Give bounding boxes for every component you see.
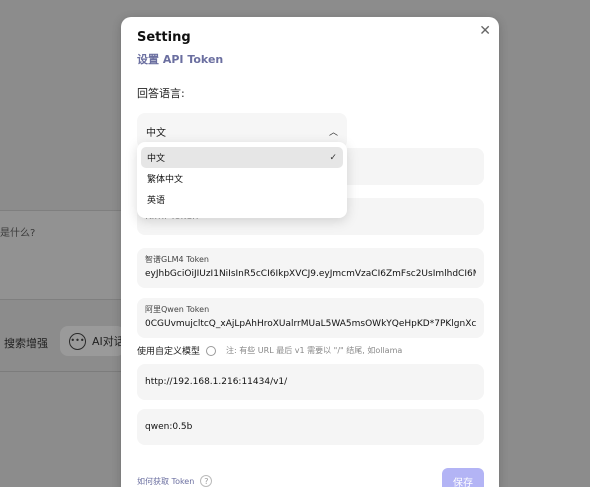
save-button[interactable]: 保存 [442, 468, 484, 487]
qwen-token-label: 阿里Qwen Token [145, 305, 210, 314]
language-option-english[interactable]: 英语 [141, 189, 343, 210]
glm-token-label: 智谱GLM4 Token [145, 255, 209, 264]
background-divider [0, 371, 125, 372]
help-link[interactable]: 如何获取 Token ? [137, 475, 213, 487]
custom-model-label: 使用自定义模型 [137, 347, 201, 357]
qwen-token-value: 0CGUvmujcltcQ_xAjLpAhHroXUalrrMUaL5WA5ms… [145, 319, 476, 329]
chevron-up-icon: ︿ [328, 127, 338, 138]
check-icon: ✓ [329, 152, 337, 163]
language-option-chinese[interactable]: 中文 ✓ [141, 147, 343, 168]
custom-url-field[interactable]: http://192.168.1.216:11434/v1/ [137, 364, 484, 400]
custom-model-name-field[interactable]: qwen:0.5b [137, 409, 484, 445]
language-option-traditional-chinese[interactable]: 繁体中文 [141, 168, 343, 189]
chat-bubble-icon: ••• [69, 332, 86, 350]
language-option-label: 中文 [147, 154, 166, 164]
help-link-label: 如何获取 Token [137, 476, 195, 486]
glm-token-value: eyJhbGciOiJIUzI1NiIsInR5cCI6IkpXVCJ9.eyJ… [145, 269, 476, 279]
modal-footer: 如何获取 Token ? 保存 [137, 468, 484, 487]
background-search-tab: 搜索增强 [4, 337, 48, 350]
glm-token-field[interactable]: 智谱GLM4 Token eyJhbGciOiJIUzI1NiIsInR5cCI… [137, 248, 484, 288]
modal-subtitle: 设置 API Token [137, 53, 224, 66]
language-select-value: 中文 [146, 127, 166, 139]
language-label: 回答语言: [137, 87, 185, 100]
background-question-text: 是什么? [0, 228, 36, 239]
language-dropdown: 中文 ✓ 繁体中文 英语 [137, 142, 347, 218]
language-option-label: 繁体中文 [147, 175, 184, 185]
settings-modal: ✕ Setting 设置 API Token 回答语言: 中文 ︿ Kimi T… [121, 17, 499, 487]
modal-title: Setting [137, 30, 191, 45]
question-icon: ? [200, 475, 213, 487]
custom-model-checkbox[interactable] [206, 345, 217, 356]
close-icon[interactable]: ✕ [479, 24, 491, 38]
background-ai-chat-label: AI对话 [92, 335, 125, 348]
qwen-token-field[interactable]: 阿里Qwen Token 0CGUvmujcltcQ_xAjLpAhHroXUa… [137, 298, 484, 338]
custom-model-hint: 注: 有些 URL 最后 v1 需要以 "/" 结尾, 如ollama [226, 346, 403, 355]
language-option-label: 英语 [147, 196, 166, 206]
background-ai-chat-tab: ••• AI对话 [60, 326, 125, 356]
custom-model-name-value: qwen:0.5b [145, 422, 193, 432]
custom-model-row: 使用自定义模型 注: 有些 URL 最后 v1 需要以 "/" 结尾, 如oll… [137, 344, 402, 357]
custom-url-value: http://192.168.1.216:11434/v1/ [145, 377, 288, 387]
